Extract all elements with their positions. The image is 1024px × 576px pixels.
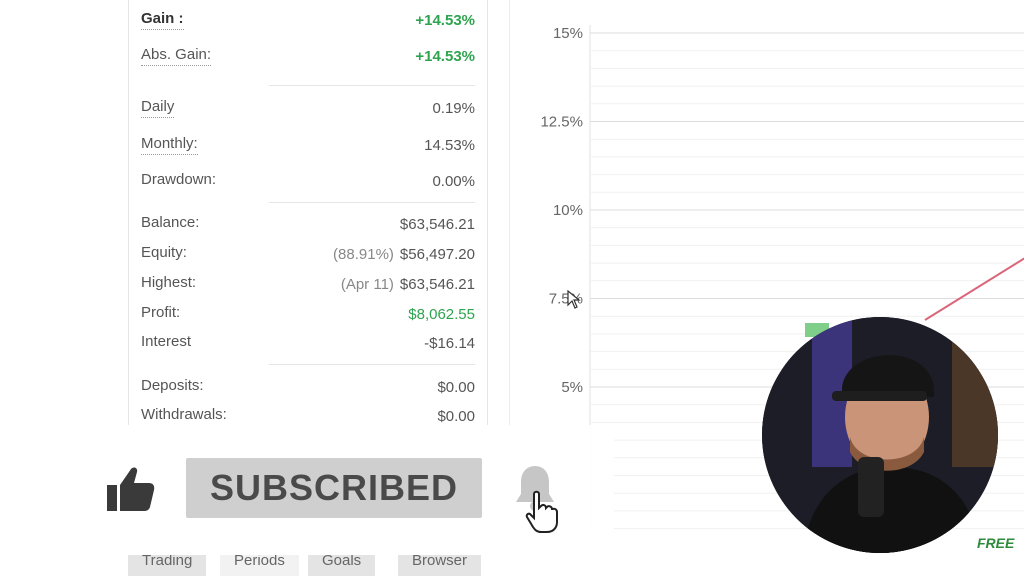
stat-equity-value: $56,497.20	[399, 246, 475, 263]
stat-drawdown: Drawdown: 0.00%	[141, 171, 475, 195]
stat-daily: Daily 0.19%	[141, 98, 475, 122]
stat-equity-value-group: (88.91%) $56,497.20	[333, 246, 475, 263]
thumbs-up-icon[interactable]	[105, 463, 157, 515]
stat-profit-value: $8,062.55	[408, 306, 475, 323]
stat-deposits-label: Deposits:	[141, 377, 204, 394]
stat-interest-label: Interest	[141, 333, 192, 350]
stat-interest-value: -$16.14	[424, 335, 475, 352]
stat-balance-label: Balance:	[141, 214, 200, 231]
stat-balance-value: $63,546.21	[399, 216, 475, 233]
stat-abs-gain-value: +14.53%	[415, 48, 475, 65]
stat-highest: Highest: (Apr 11) $63,546.21	[141, 274, 475, 298]
stat-highest-value-group: (Apr 11) $63,546.21	[341, 276, 475, 293]
stat-balance: Balance: $63,546.21	[141, 214, 475, 238]
watermark-text: FREE	[977, 535, 1015, 551]
mouse-cursor-icon	[567, 289, 583, 310]
stat-withdrawals-value: $0.00	[437, 408, 475, 425]
stat-interest: Interest -$16.14	[141, 333, 475, 357]
stat-deposits: Deposits: $0.00	[141, 377, 475, 401]
divider	[269, 85, 475, 86]
stat-equity-percent: (88.91%)	[333, 246, 394, 263]
y-tick-label: 15%	[553, 25, 583, 42]
stat-gain-label: Gain :	[141, 10, 184, 30]
stat-profit: Profit: $8,062.55	[141, 304, 475, 328]
y-tick-label: 12.5%	[540, 114, 583, 131]
divider	[269, 202, 475, 203]
stat-monthly-value: 14.53%	[424, 137, 475, 154]
account-stats-panel: Gain : +14.53% Abs. Gain: +14.53% Daily …	[128, 0, 488, 425]
stat-gain-value: +14.53%	[415, 12, 475, 29]
stat-profit-label: Profit:	[141, 304, 181, 321]
divider	[269, 364, 475, 365]
stat-highest-date: (Apr 11)	[340, 276, 394, 293]
y-tick-label: 10%	[553, 202, 583, 219]
stat-abs-gain: Abs. Gain: +14.53%	[141, 46, 475, 70]
subscribed-button[interactable]: SUBSCRIBED	[186, 458, 482, 518]
webcam-overlay	[762, 317, 998, 553]
stat-equity: Equity: (88.91%) $56,497.20	[141, 244, 475, 268]
stat-withdrawals-label: Withdrawals:	[141, 406, 227, 423]
stat-monthly-label: Monthly:	[141, 135, 198, 155]
stat-daily-label: Daily	[141, 98, 175, 118]
chart-series-line	[924, 257, 1024, 321]
stat-highest-value: $63,546.21	[399, 276, 475, 293]
presenter-avatar	[762, 317, 998, 553]
stat-monthly: Monthly: 14.53%	[141, 135, 475, 159]
y-tick-label: 5%	[561, 379, 583, 396]
stat-highest-label: Highest:	[141, 274, 197, 291]
stat-daily-value: 0.19%	[432, 100, 475, 117]
hand-pointer-icon	[524, 490, 560, 534]
stat-deposits-value: $0.00	[437, 379, 475, 396]
stat-drawdown-value: 0.00%	[432, 173, 475, 190]
stat-abs-gain-label: Abs. Gain:	[141, 46, 212, 66]
stat-equity-label: Equity:	[141, 244, 187, 261]
stat-gain: Gain : +14.53%	[141, 10, 475, 34]
stat-drawdown-label: Drawdown:	[141, 171, 217, 188]
